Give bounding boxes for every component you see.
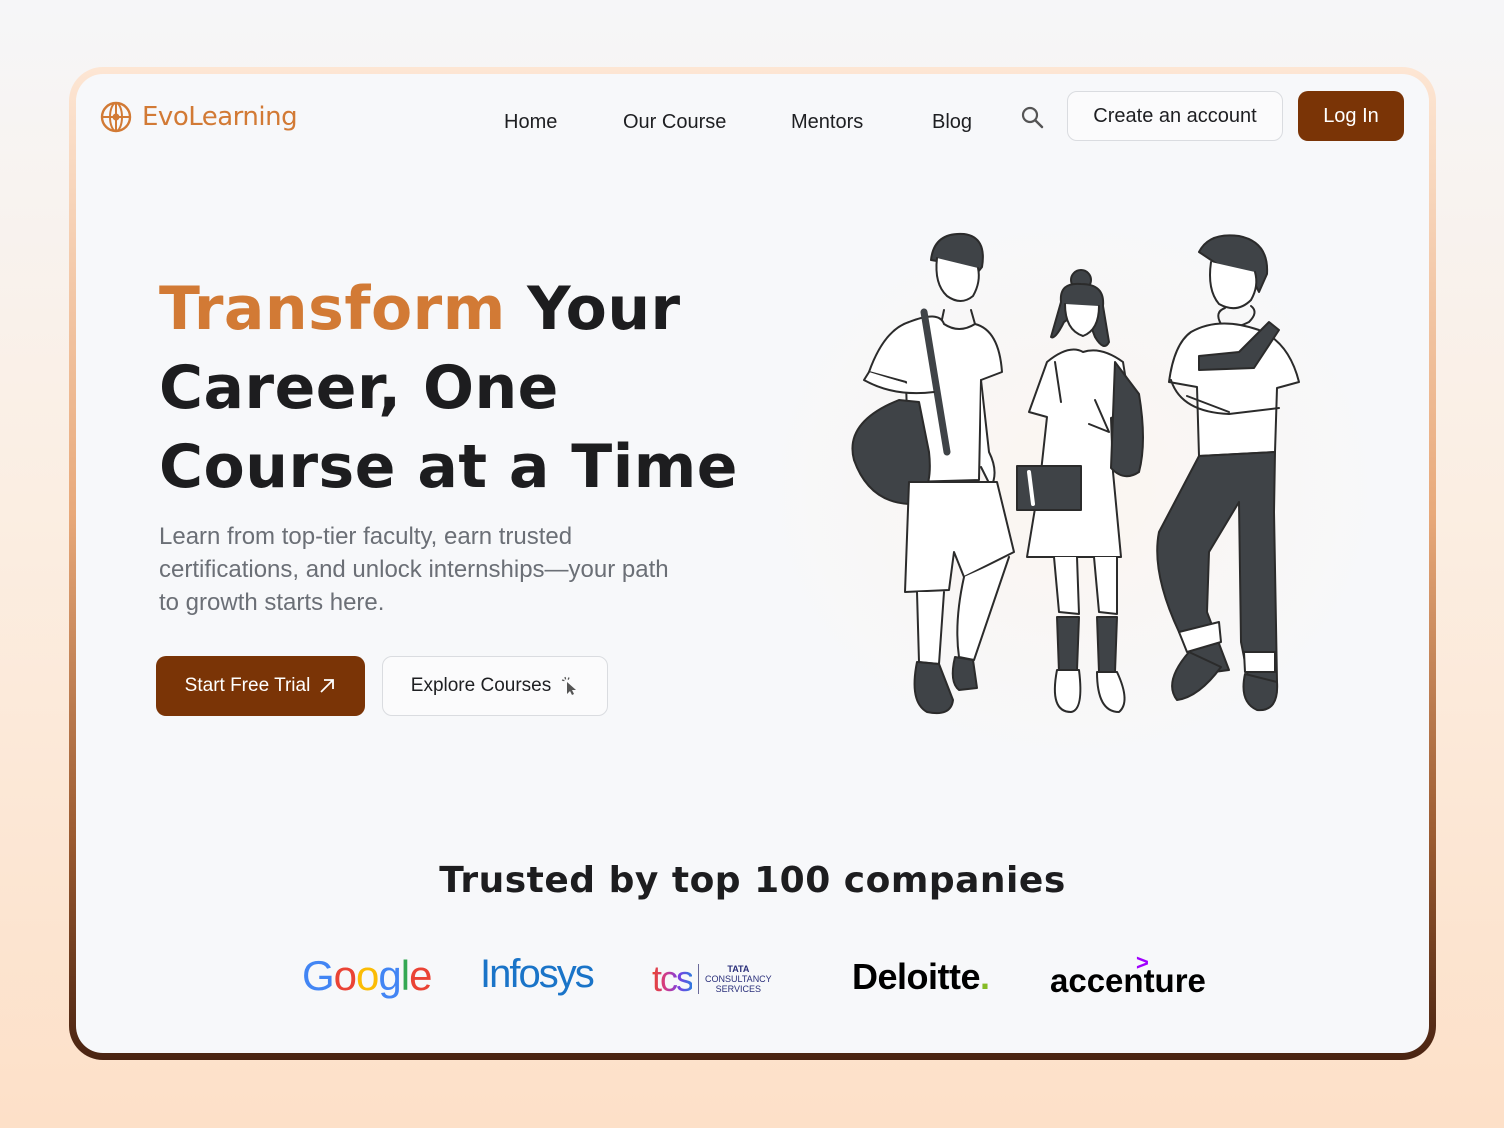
landing-card: EvoLearning Home Our Course Mentors Blog… (76, 74, 1429, 1053)
search-icon (1021, 106, 1044, 129)
hero-title-line-3: Course at a Time (159, 432, 738, 502)
company-logos: Google Infosys tcs TATA CONSULTANCY SERV… (76, 950, 1429, 1012)
hero-title-line-2: Career, One (159, 353, 559, 423)
brand-logo[interactable]: EvoLearning (99, 100, 298, 134)
start-free-trial-button[interactable]: Start Free Trial (156, 656, 365, 716)
infosys-logo: Infosys (480, 952, 595, 996)
globe-logo-icon (100, 101, 132, 133)
students-illustration-art (851, 232, 1300, 715)
nav-blog[interactable]: Blog (932, 111, 972, 134)
accenture-wordmark: accenture (1050, 962, 1206, 999)
search-button[interactable] (1020, 105, 1048, 133)
hero-title: Transform Your Career, One Course at a T… (159, 270, 779, 507)
start-free-trial-label: Start Free Trial (184, 675, 311, 696)
tcs-sub-consultancy: CONSULTANCY (705, 974, 772, 984)
nav-home[interactable]: Home (504, 111, 557, 134)
students-illustration (759, 212, 1387, 767)
accenture-logo: > accenture (1050, 950, 1206, 999)
arrow-up-right-icon (320, 679, 335, 693)
create-account-button[interactable]: Create an account (1067, 91, 1283, 141)
tcs-wordmark: tcs (652, 958, 694, 999)
deloitte-dot: . (980, 956, 990, 997)
tcs-subtitle: TATA CONSULTANCY SERVICES (698, 964, 772, 994)
login-button[interactable]: Log In (1298, 91, 1404, 141)
explore-courses-button[interactable]: Explore Courses (382, 656, 608, 716)
cursor-click-icon (562, 676, 577, 695)
page-frame: EvoLearning Home Our Course Mentors Blog… (69, 67, 1436, 1060)
hero-title-accent: Transform (159, 274, 506, 344)
trusted-companies-heading: Trusted by top 100 companies (439, 860, 1066, 901)
nav-our-course[interactable]: Our Course (623, 111, 726, 134)
google-logo: Google (302, 952, 432, 999)
explore-courses-label: Explore Courses (410, 675, 552, 696)
brand-name: EvoLearning (142, 102, 298, 132)
tcs-sub-services: SERVICES (715, 984, 762, 994)
deloitte-wordmark: Deloitte (852, 956, 981, 997)
tcs-logo: tcs TATA CONSULTANCY SERVICES (652, 958, 772, 1000)
deloitte-logo: Deloitte. (852, 956, 990, 998)
hero-description: Learn from top-tier faculty, earn truste… (159, 523, 669, 616)
tcs-sub-tata: TATA (727, 964, 750, 974)
hero-title-rest: Your (505, 274, 681, 344)
nav-mentors[interactable]: Mentors (791, 111, 863, 134)
